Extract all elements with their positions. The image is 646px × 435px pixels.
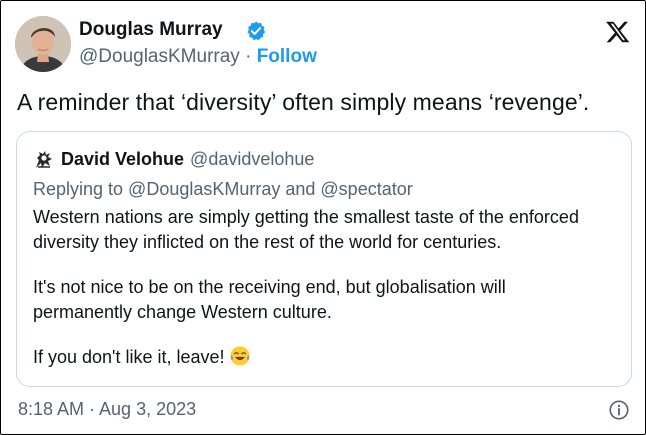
quoted-tweet[interactable]: David Velohue @davidvelohue Replying to @… [16,131,632,387]
tweet-timestamp[interactable]: 8:18 AM · Aug 3, 2023 [18,399,196,420]
author-name[interactable]: Douglas Murray [79,19,223,41]
quoted-author-avatar[interactable] [33,148,55,170]
x-logo-icon[interactable] [605,19,631,45]
author-handle-row: @DouglasKMurray · Follow [79,46,317,68]
tweet-embed-card: Douglas Murray @DouglasKMurray · Follow … [0,0,646,435]
follow-button[interactable]: Follow [257,46,317,67]
author-avatar[interactable] [15,16,71,72]
quoted-author-row: David Velohue @davidvelohue [61,149,314,170]
tweet-text: A reminder that ‘diversity’ often simply… [17,89,590,115]
quoted-text-line: diversity they inflicted on the rest of … [33,232,502,252]
verified-badge-icon [247,21,266,41]
author-handle[interactable]: @DouglasKMurray [79,46,240,67]
quoted-text-line: permanently change Western culture. [33,302,332,322]
info-icon[interactable] [608,399,630,421]
quoted-tweet-body: Western nations are simply getting the s… [33,205,623,370]
quoted-text-line: It's not nice to be on the receiving end… [33,277,506,297]
quoted-text-last-line: If you don't like it, leave! [33,345,623,370]
quoted-author-handle[interactable]: @davidvelohue [190,149,314,169]
laughing-tears-emoji-icon [229,346,250,366]
quoted-author-name[interactable]: David Velohue [61,149,184,169]
quoted-text-line: Western nations are simply getting the s… [33,207,579,227]
handle-separator: · [245,46,252,67]
quoted-text-line: If you don't like it, leave! [33,347,225,367]
replying-to-line: Replying to @DouglasKMurray and @spectat… [33,179,413,199]
